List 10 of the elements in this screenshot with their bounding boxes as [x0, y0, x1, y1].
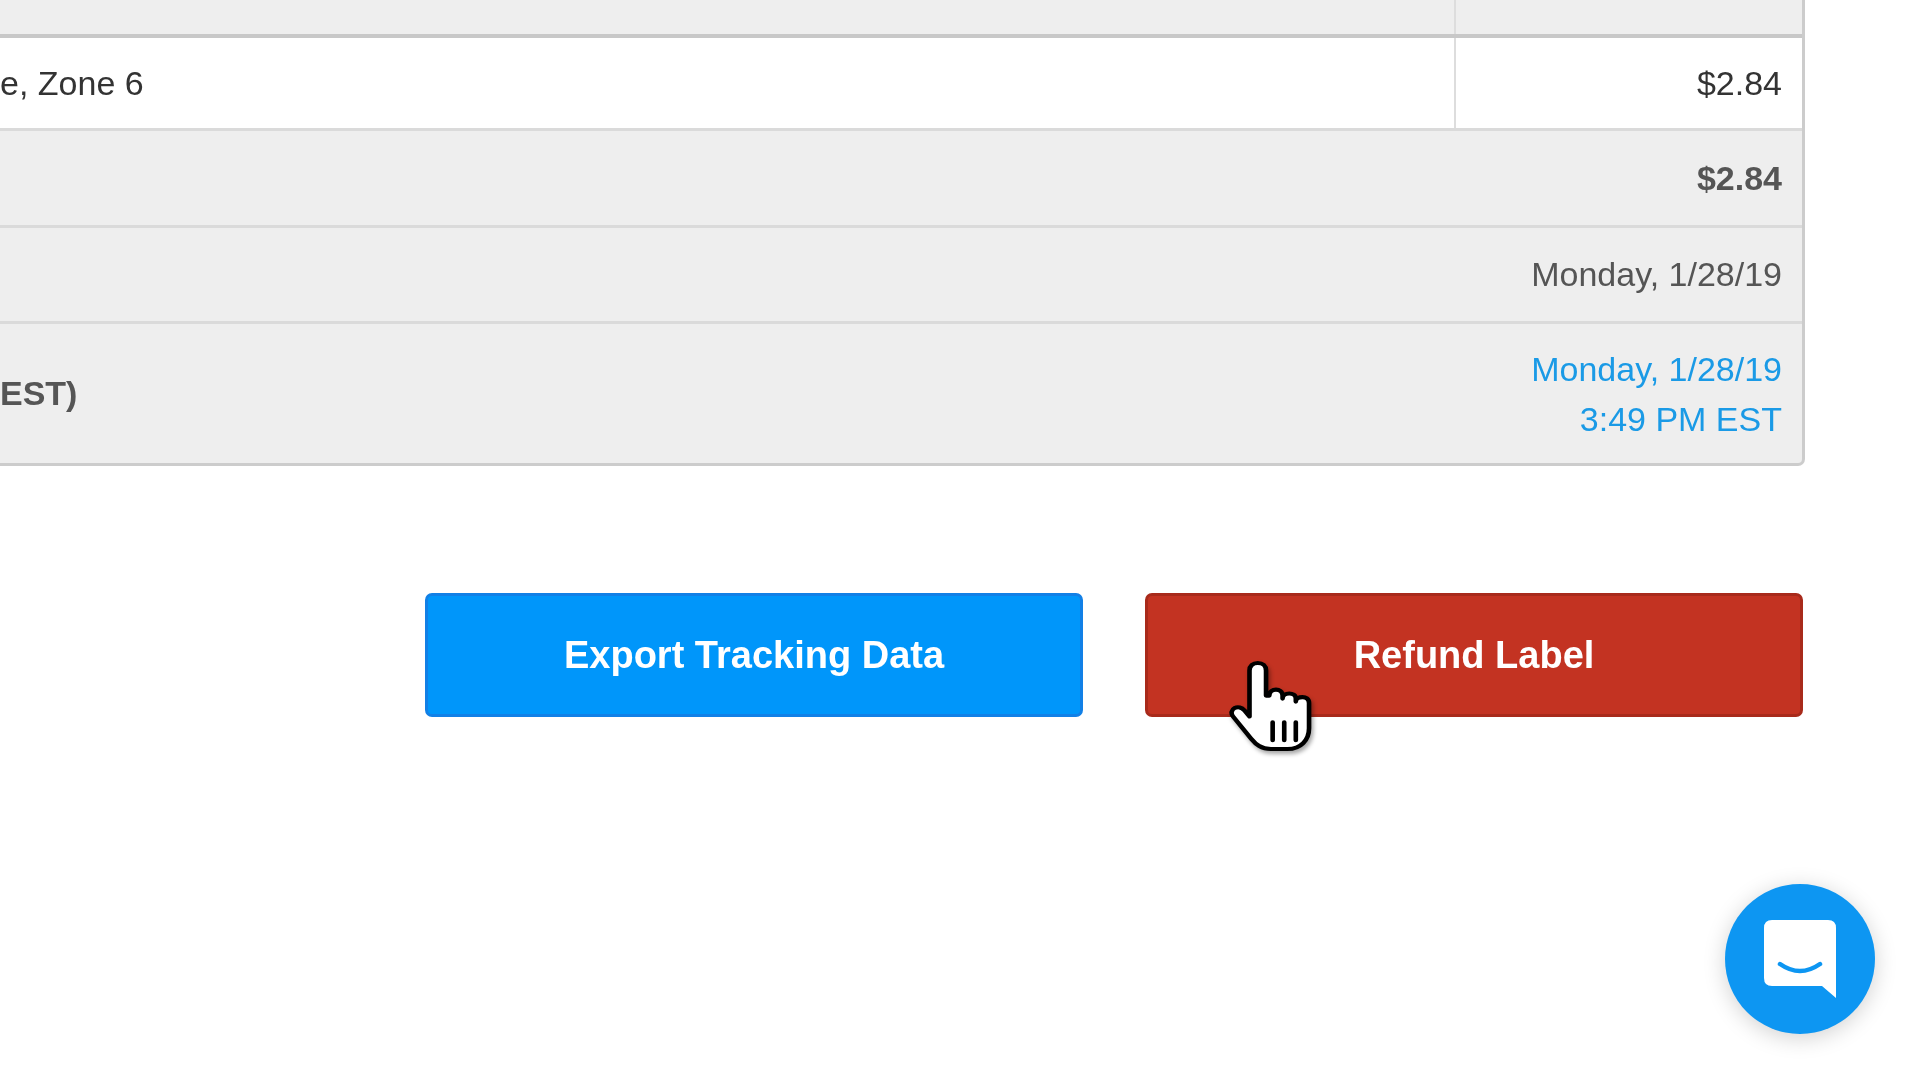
export-button[interactable]: Export Tracking Data: [425, 593, 1083, 717]
total-amount: $2.84: [1696, 158, 1782, 198]
price-text: $2.84: [1696, 63, 1782, 103]
hand-cursor-icon: [1228, 660, 1314, 752]
timezone-label: EST): [0, 374, 78, 413]
date-text: Monday, 1/28/19: [1531, 255, 1782, 294]
date-time-link[interactable]: Monday, 1/28/19 3:49 PM EST: [1531, 343, 1782, 444]
refund-button[interactable]: Refund Label: [1145, 593, 1803, 717]
speech-bubble-icon: [1764, 920, 1836, 998]
description-text: e, Zone 6: [0, 63, 144, 103]
